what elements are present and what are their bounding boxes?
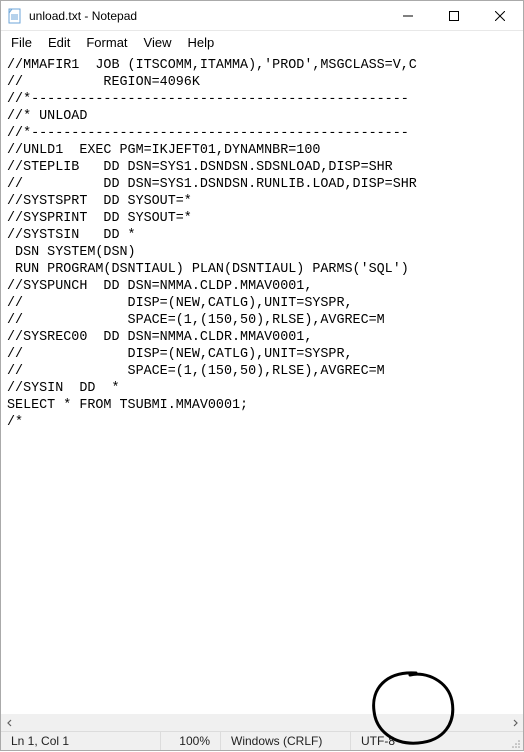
- menu-file[interactable]: File: [3, 33, 40, 52]
- close-button[interactable]: [477, 1, 523, 31]
- title-bar: unload.txt - Notepad: [1, 1, 523, 31]
- menu-bar: File Edit Format View Help: [1, 31, 523, 53]
- menu-format[interactable]: Format: [78, 33, 135, 52]
- maximize-button[interactable]: [431, 1, 477, 31]
- status-encoding: UTF-8: [351, 732, 507, 750]
- menu-help[interactable]: Help: [179, 33, 222, 52]
- resize-grip-icon[interactable]: [507, 732, 523, 751]
- app-icon: [7, 8, 23, 24]
- scroll-left-icon[interactable]: [1, 714, 18, 731]
- minimize-button[interactable]: [385, 1, 431, 31]
- text-editor[interactable]: //MMAFIR1 JOB (ITSCOMM,ITAMMA),'PROD',MS…: [1, 53, 523, 714]
- window-title: unload.txt - Notepad: [29, 9, 137, 23]
- scroll-right-icon[interactable]: [506, 714, 523, 731]
- horizontal-scrollbar[interactable]: [1, 714, 523, 731]
- status-position: Ln 1, Col 1: [1, 732, 161, 750]
- status-eol: Windows (CRLF): [221, 732, 351, 750]
- menu-view[interactable]: View: [136, 33, 180, 52]
- scroll-track[interactable]: [18, 714, 506, 731]
- status-zoom: 100%: [161, 732, 221, 750]
- status-bar: Ln 1, Col 1 100% Windows (CRLF) UTF-8: [1, 731, 523, 750]
- menu-edit[interactable]: Edit: [40, 33, 78, 52]
